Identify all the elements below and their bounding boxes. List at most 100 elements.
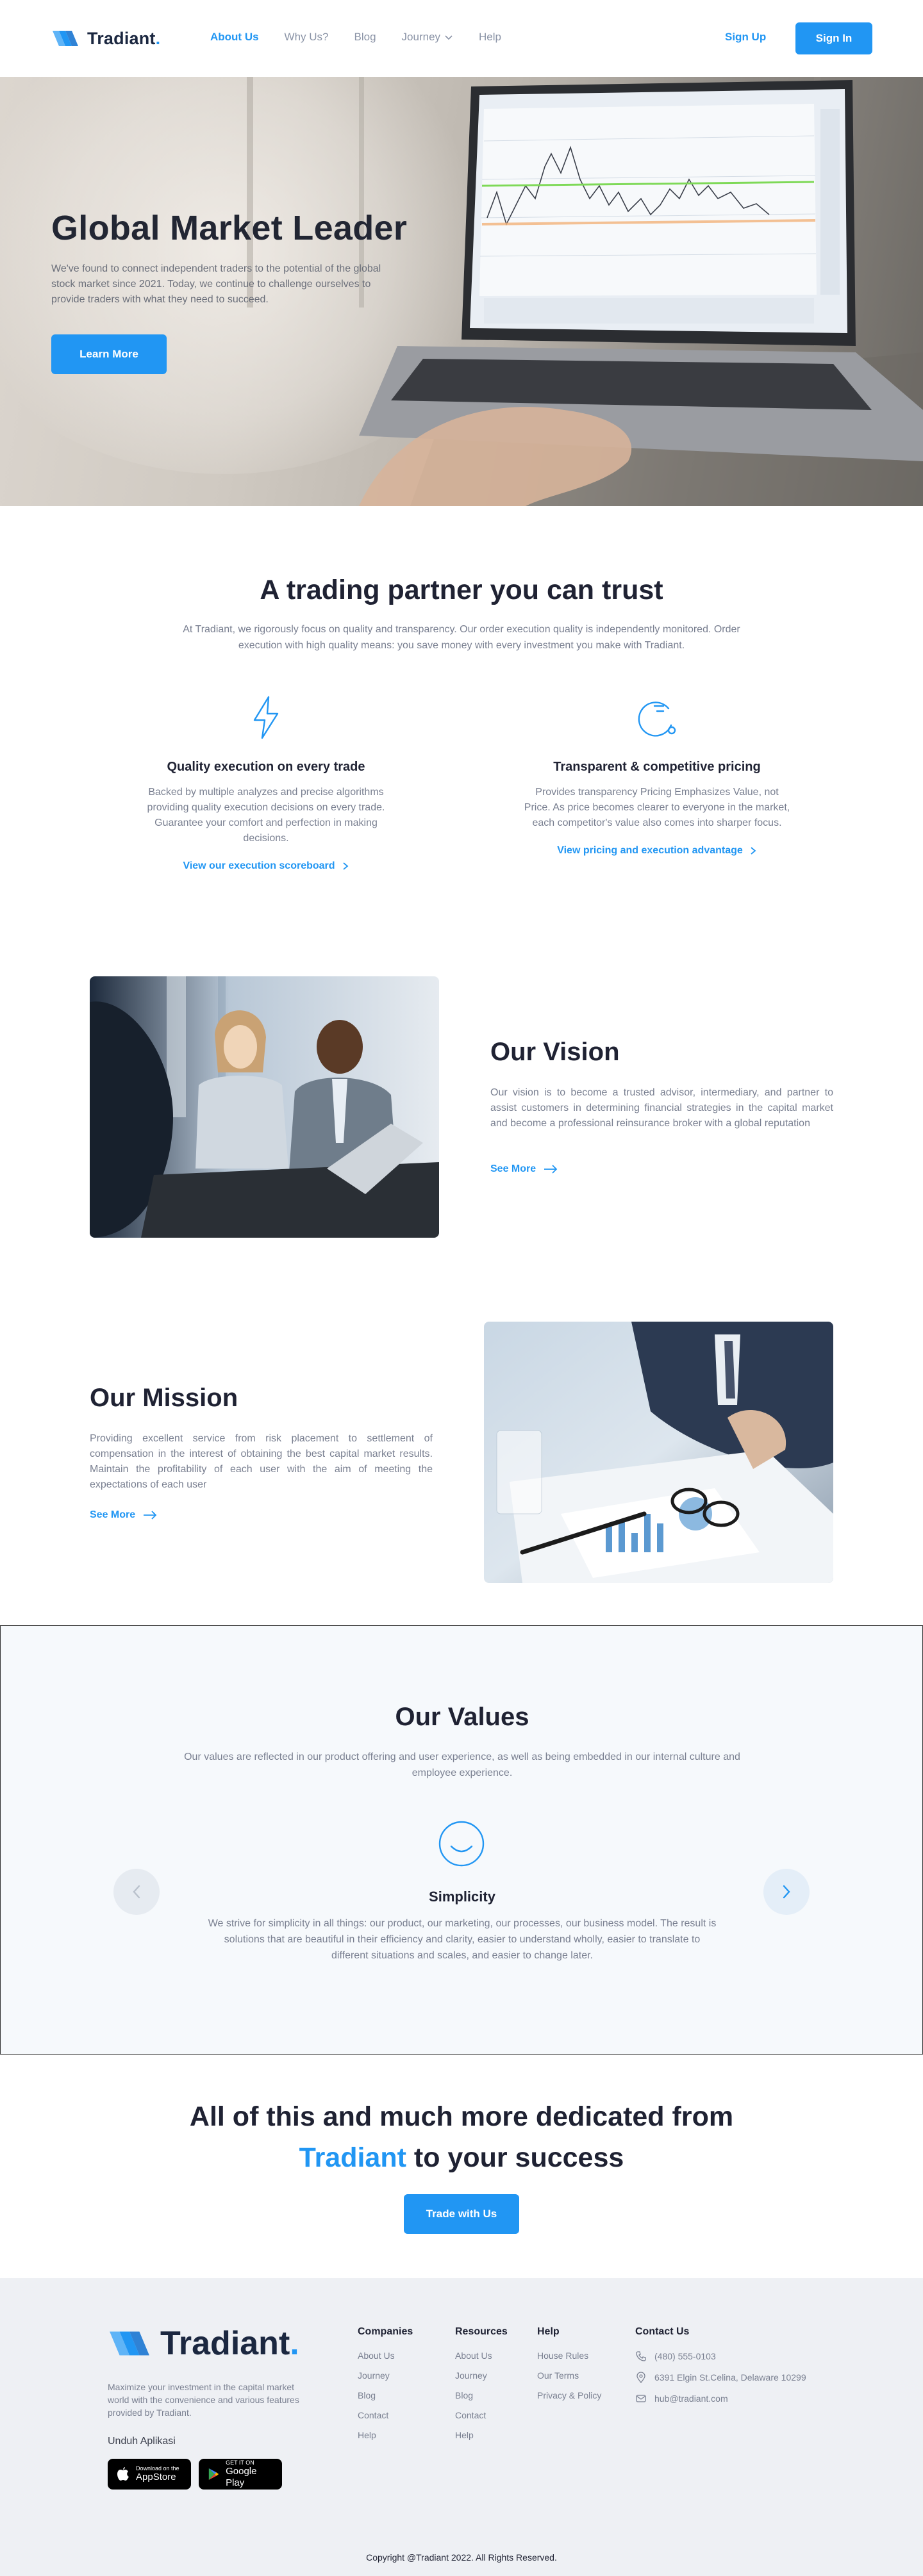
chevron-down-icon	[445, 35, 453, 40]
chevron-right-icon	[751, 847, 756, 855]
google-play-icon	[208, 2468, 219, 2481]
learn-more-button[interactable]: Learn More	[51, 334, 167, 374]
nav-link-blog[interactable]: Blog	[354, 31, 376, 44]
mail-icon	[636, 2395, 646, 2402]
feature-transparent-pricing: Transparent & competitive pricing Provid…	[490, 692, 824, 857]
footer-link-house-rules[interactable]: House Rules	[537, 2350, 601, 2361]
feature-description: Provides transparency Pricing Emphasizes…	[524, 787, 790, 828]
tradiant-logo-icon	[53, 31, 78, 46]
phone-icon	[636, 2351, 646, 2361]
footer-column-title: Help	[537, 2326, 560, 2337]
sign-in-button[interactable]: Sign In	[795, 22, 872, 54]
feature-description: Backed by multiple analyzes and precise …	[147, 787, 385, 844]
app-store-big-text: AppStore	[136, 2472, 176, 2482]
values-next-button[interactable]	[763, 1869, 810, 1915]
chevron-left-icon	[133, 1885, 140, 1899]
cta-line-2-rest: to your success	[406, 2142, 624, 2173]
trade-with-us-button[interactable]: Trade with Us	[404, 2194, 519, 2234]
vision-see-more-label: See More	[490, 1163, 536, 1174]
download-app-label: Unduh Aplikasi	[108, 2436, 176, 2447]
footer-link-help[interactable]: Help	[455, 2430, 508, 2440]
contact-email[interactable]: hub@tradiant.com	[635, 2393, 806, 2404]
footer-description: Maximize your investment in the capital …	[108, 2382, 299, 2418]
google-play-big-text: Google Play	[226, 2466, 257, 2488]
copyright: Copyright @Tradiant 2022. All Rights Res…	[366, 2552, 557, 2563]
business-meeting-image	[90, 976, 439, 1238]
footer-column-contact: Contact Us (480) 555-0103 6391 Elgin St.…	[635, 2326, 806, 2414]
navbar: Tradiant. About Us Why Us? Blog Journey …	[0, 0, 923, 77]
brand-logo[interactable]: Tradiant.	[51, 27, 160, 50]
contact-address-text: 6391 Elgin St.Celina, Delaware 10299	[654, 2372, 806, 2383]
nav-link-help[interactable]: Help	[479, 31, 501, 44]
nav-link-about-us[interactable]: About Us	[210, 31, 259, 44]
trust-title: A trading partner you can trust	[260, 575, 663, 605]
app-store-small-text: Download on the	[136, 2465, 179, 2472]
footer-link-blog[interactable]: Blog	[455, 2390, 508, 2400]
footer-column-companies: Companies About Us Journey Blog Contact …	[358, 2326, 413, 2450]
hero-section: Global Market Leader We've found to conn…	[0, 77, 923, 506]
footer-link-journey[interactable]: Journey	[358, 2370, 413, 2381]
arrow-right-icon	[544, 1165, 558, 1174]
feature-title: Transparent & competitive pricing	[553, 760, 761, 774]
value-description: We strive for simplicity in all things: …	[208, 1918, 717, 1961]
values-description: Our values are reflected in our product …	[184, 1752, 740, 1778]
nav-link-journey[interactable]: Journey	[402, 31, 453, 44]
apple-icon	[117, 2467, 129, 2481]
mission-description: Providing excellent service from risk pl…	[90, 1433, 433, 1490]
footer-link-about-us[interactable]: About Us	[455, 2350, 508, 2361]
vision-see-more-link[interactable]: See More	[490, 1163, 558, 1175]
cta-line-2: Tradiant to your success	[0, 2142, 923, 2174]
footer-column-help: Help House Rules Our Terms Privacy & Pol…	[537, 2326, 601, 2410]
footer-column-title: Companies	[358, 2326, 413, 2337]
values-section: Our Values Our values are reflected in o…	[0, 1625, 923, 2055]
vision-title: Our Vision	[490, 1038, 620, 1066]
lightning-icon	[253, 696, 279, 739]
google-play-small-text: GET IT ON	[226, 2459, 254, 2466]
footer-brand-name: Tradiant	[160, 2325, 290, 2362]
mission-documents-photo	[484, 1322, 833, 1583]
footer-link-about-us[interactable]: About Us	[358, 2350, 413, 2361]
chevron-right-icon	[783, 1885, 790, 1899]
pricing-advantage-link[interactable]: View pricing and execution advantage	[557, 845, 757, 857]
pricing-advantage-label: View pricing and execution advantage	[557, 845, 743, 856]
values-prev-button[interactable]	[113, 1869, 160, 1915]
brand-name: Tradiant	[87, 28, 156, 48]
sign-up-link[interactable]: Sign Up	[725, 31, 766, 44]
brand-dot: .	[155, 28, 161, 48]
footer-link-privacy-policy[interactable]: Privacy & Policy	[537, 2390, 601, 2400]
footer-column-title: Contact Us	[635, 2326, 690, 2337]
footer-brand-dot: .	[290, 2325, 299, 2362]
smile-icon	[438, 1821, 485, 1867]
feature-title: Quality execution on every trade	[167, 760, 365, 774]
vision-meeting-photo	[90, 976, 439, 1238]
app-store-button[interactable]: Download on the AppStore	[108, 2459, 191, 2490]
execution-scoreboard-label: View our execution scoreboard	[183, 860, 335, 871]
mission-see-more-link[interactable]: See More	[90, 1509, 157, 1521]
google-play-button[interactable]: GET IT ON Google Play	[199, 2459, 282, 2490]
contact-email-text: hub@tradiant.com	[654, 2393, 728, 2404]
contact-phone-text: (480) 555-0103	[654, 2351, 716, 2361]
execution-scoreboard-link[interactable]: View our execution scoreboard	[183, 860, 349, 872]
footer-link-journey[interactable]: Journey	[455, 2370, 508, 2381]
values-title: Our Values	[395, 1703, 529, 1731]
location-pin-icon	[636, 2372, 645, 2383]
contact-phone: (480) 555-0103	[635, 2350, 806, 2362]
contact-address: 6391 Elgin St.Celina, Delaware 10299	[635, 2372, 806, 2383]
footer-link-help[interactable]: Help	[358, 2430, 413, 2440]
footer-link-blog[interactable]: Blog	[358, 2390, 413, 2400]
nav-links: About Us Why Us? Blog Journey Help	[210, 31, 527, 44]
footer-link-our-terms[interactable]: Our Terms	[537, 2370, 601, 2381]
footer-link-contact[interactable]: Contact	[455, 2410, 508, 2420]
cta-line-1: All of this and much more dedicated from	[189, 2101, 734, 2132]
nav-link-journey-label: Journey	[401, 31, 441, 43]
mission-see-more-label: See More	[90, 1509, 136, 1520]
cta-highlight: Tradiant	[299, 2142, 406, 2173]
nav-link-why-us[interactable]: Why Us?	[285, 31, 329, 44]
trust-description: At Tradiant, we rigorously focus on qual…	[183, 624, 740, 651]
chevron-right-icon	[342, 862, 348, 870]
footer-column-resources: Resources About Us Journey Blog Contact …	[455, 2326, 508, 2450]
footer-link-contact[interactable]: Contact	[358, 2410, 413, 2420]
footer-column-title: Resources	[455, 2326, 508, 2337]
tradiant-logo-icon	[110, 2331, 149, 2356]
footer-brand-logo[interactable]: Tradiant.	[108, 2324, 299, 2363]
